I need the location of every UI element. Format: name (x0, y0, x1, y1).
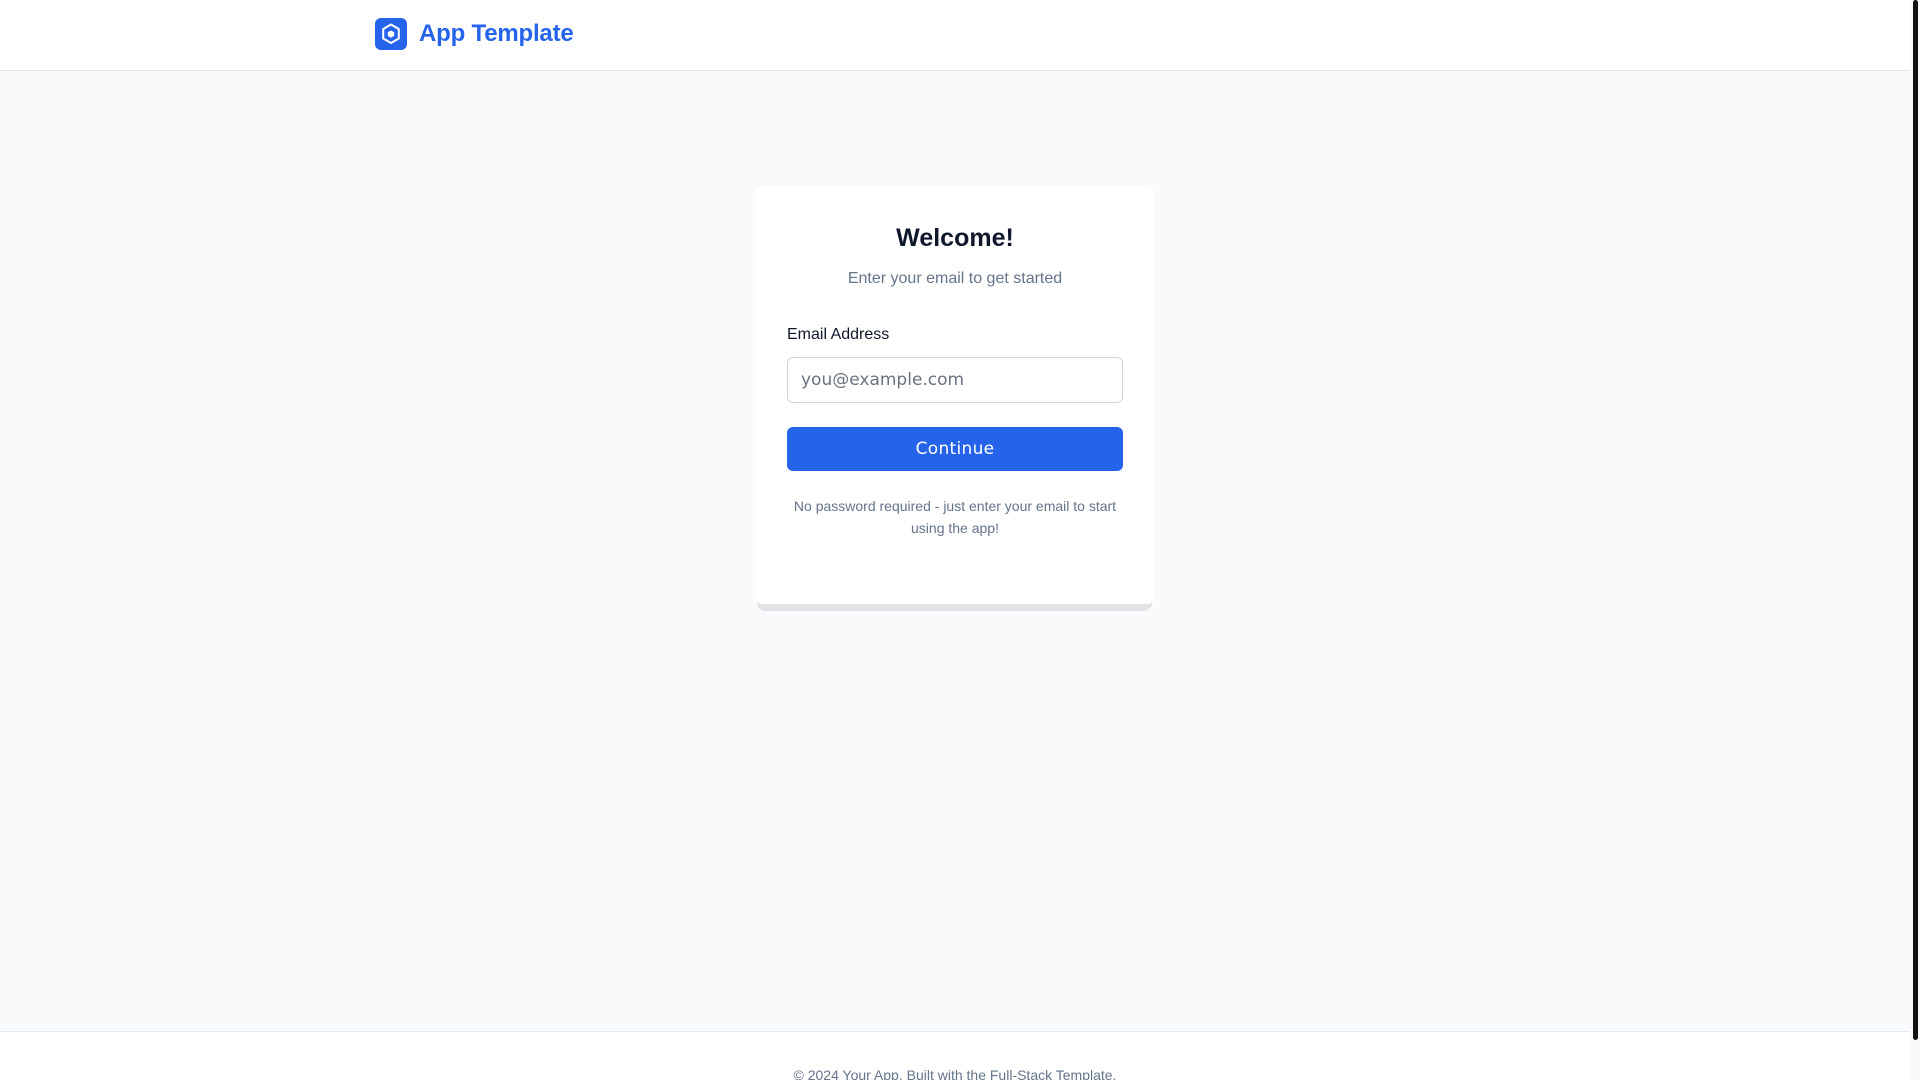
continue-button[interactable]: Continue (787, 427, 1123, 471)
page-footer: © 2024 Your App. Built with the Full-Sta… (0, 1031, 1910, 1080)
email-input[interactable] (787, 357, 1123, 403)
hexagon-shield-icon (375, 18, 407, 50)
top-navbar: App Template (0, 0, 1910, 71)
login-card: Welcome! Enter your email to get started… (755, 186, 1155, 604)
helper-text: No password required - just enter your e… (793, 498, 1117, 536)
card-title: Welcome! (896, 224, 1014, 252)
brand-link[interactable]: App Template (375, 18, 574, 50)
footer-text: © 2024 Your App. Built with the Full-Sta… (793, 1067, 1117, 1080)
app-page: App Template Welcome! Enter your email t… (0, 0, 1920, 1080)
page-scrollbar[interactable] (1910, 0, 1920, 1080)
email-label: Email Address (787, 326, 890, 343)
brand-name: App Template (419, 20, 574, 47)
card-subtitle: Enter your email to get started (847, 270, 1063, 287)
scrollbar-thumb[interactable] (1913, 0, 1918, 1040)
